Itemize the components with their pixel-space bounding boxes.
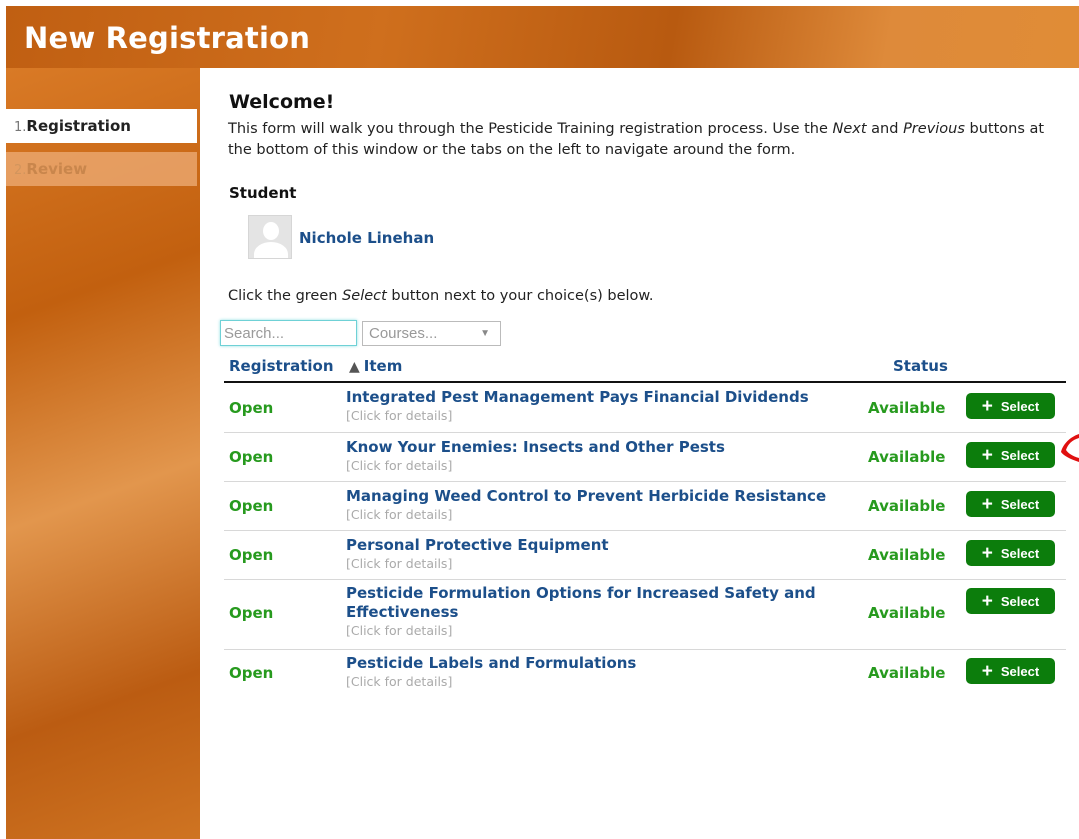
table-row: Open Pesticide Formulation Options for I… bbox=[224, 580, 1066, 650]
select-button-label: Select bbox=[1000, 496, 1040, 512]
tab-review[interactable]: 2.Review bbox=[6, 152, 197, 186]
plus-icon: + bbox=[981, 542, 993, 564]
select-button[interactable]: + Select bbox=[966, 588, 1055, 614]
details-link[interactable]: [Click for details] bbox=[346, 457, 846, 474]
annotation-arrow-icon bbox=[1061, 434, 1079, 462]
availability-status: Available bbox=[868, 604, 946, 622]
select-button[interactable]: + Select bbox=[966, 393, 1055, 419]
item-cell: Personal Protective Equipment [Click for… bbox=[346, 536, 846, 572]
welcome-text-previous: Previous bbox=[903, 121, 965, 137]
item-cell: Integrated Pest Management Pays Financia… bbox=[346, 388, 846, 424]
select-button-label: Select bbox=[1000, 447, 1040, 463]
table-row: Open Integrated Pest Management Pays Fin… bbox=[224, 383, 1066, 433]
course-title-link[interactable]: Pesticide Labels and Formulations bbox=[346, 654, 846, 673]
item-cell: Pesticide Labels and Formulations [Click… bbox=[346, 654, 846, 690]
instructions-select-word: Select bbox=[342, 288, 387, 304]
plus-icon: + bbox=[981, 493, 993, 515]
welcome-paragraph: This form will walk you through the Pest… bbox=[228, 119, 1068, 161]
welcome-text-part: and bbox=[866, 121, 904, 137]
search-input[interactable] bbox=[220, 320, 357, 346]
plus-icon: + bbox=[981, 444, 993, 466]
window-title: New Registration bbox=[24, 21, 311, 55]
courses-dropdown[interactable]: Courses... ▼ bbox=[362, 321, 501, 346]
registration-status: Open bbox=[229, 546, 274, 564]
availability-status: Available bbox=[868, 546, 946, 564]
registration-status: Open bbox=[229, 604, 274, 622]
course-title-link[interactable]: Personal Protective Equipment bbox=[346, 536, 846, 555]
registration-status: Open bbox=[229, 497, 274, 515]
instructions-part: button next to your choice(s) below. bbox=[386, 288, 654, 304]
welcome-text-part: This form will walk you through the Pest… bbox=[228, 121, 833, 137]
registration-window: New Registration 1.Registration 2.Review… bbox=[0, 0, 1079, 839]
table-row: Open Pesticide Labels and Formulations [… bbox=[224, 650, 1066, 699]
title-bar: New Registration bbox=[6, 6, 1079, 68]
instructions: Click the green Select button next to yo… bbox=[228, 288, 654, 304]
select-button-label: Select bbox=[1000, 545, 1040, 561]
select-button-label: Select bbox=[1000, 398, 1040, 414]
column-header-item[interactable]: ▲ Item bbox=[349, 357, 402, 375]
select-button[interactable]: + Select bbox=[966, 442, 1055, 468]
item-cell: Managing Weed Control to Prevent Herbici… bbox=[346, 487, 846, 523]
chevron-down-icon: ▼ bbox=[480, 328, 490, 339]
table-row: Open Managing Weed Control to Prevent He… bbox=[224, 482, 1066, 531]
plus-icon: + bbox=[981, 395, 993, 417]
availability-status: Available bbox=[868, 664, 946, 682]
table-row: Open Know Your Enemies: Insects and Othe… bbox=[224, 433, 1066, 482]
student-name-link[interactable]: Nichole Linehan bbox=[299, 229, 434, 247]
course-title-link[interactable]: Integrated Pest Management Pays Financia… bbox=[346, 388, 846, 407]
availability-status: Available bbox=[868, 448, 946, 466]
registration-status: Open bbox=[229, 448, 274, 466]
details-link[interactable]: [Click for details] bbox=[346, 506, 846, 523]
sort-ascending-icon: ▲ bbox=[349, 359, 360, 375]
item-cell: Pesticide Formulation Options for Increa… bbox=[346, 584, 846, 639]
details-link[interactable]: [Click for details] bbox=[346, 622, 846, 639]
course-title-link[interactable]: Know Your Enemies: Insects and Other Pes… bbox=[346, 438, 846, 457]
select-button-label: Select bbox=[1000, 663, 1040, 679]
avatar-head bbox=[263, 222, 279, 240]
tab-number: 1. bbox=[14, 120, 27, 135]
select-button[interactable]: + Select bbox=[966, 658, 1055, 684]
tab-label: Registration bbox=[26, 117, 131, 135]
availability-status: Available bbox=[868, 497, 946, 515]
course-title-link[interactable]: Pesticide Formulation Options for Increa… bbox=[346, 584, 846, 622]
welcome-heading: Welcome! bbox=[229, 91, 335, 113]
user-placeholder-icon bbox=[248, 215, 292, 259]
item-cell: Know Your Enemies: Insects and Other Pes… bbox=[346, 438, 846, 474]
tab-number: 2. bbox=[14, 163, 27, 178]
plus-icon: + bbox=[981, 590, 993, 612]
instructions-part: Click the green bbox=[228, 288, 343, 304]
student-label: Student bbox=[229, 184, 297, 202]
tab-label: Review bbox=[26, 160, 88, 178]
course-title-link[interactable]: Managing Weed Control to Prevent Herbici… bbox=[346, 487, 846, 506]
welcome-text-next: Next bbox=[832, 121, 867, 137]
select-button[interactable]: + Select bbox=[966, 491, 1055, 517]
courses-dropdown-label: Courses... bbox=[369, 325, 438, 342]
details-link[interactable]: [Click for details] bbox=[346, 555, 846, 572]
avatar-body bbox=[254, 242, 288, 258]
column-header-item-label: Item bbox=[363, 357, 403, 375]
registration-status: Open bbox=[229, 399, 274, 417]
plus-icon: + bbox=[981, 660, 993, 682]
table-row: Open Personal Protective Equipment [Clic… bbox=[224, 531, 1066, 580]
column-header-registration[interactable]: Registration bbox=[229, 357, 334, 375]
select-button-label: Select bbox=[1000, 593, 1040, 609]
column-header-status[interactable]: Status bbox=[893, 357, 948, 375]
details-link[interactable]: [Click for details] bbox=[346, 407, 846, 424]
availability-status: Available bbox=[868, 399, 946, 417]
tab-registration[interactable]: 1.Registration bbox=[6, 109, 197, 143]
select-button[interactable]: + Select bbox=[966, 540, 1055, 566]
registration-status: Open bbox=[229, 664, 274, 682]
details-link[interactable]: [Click for details] bbox=[346, 673, 846, 690]
